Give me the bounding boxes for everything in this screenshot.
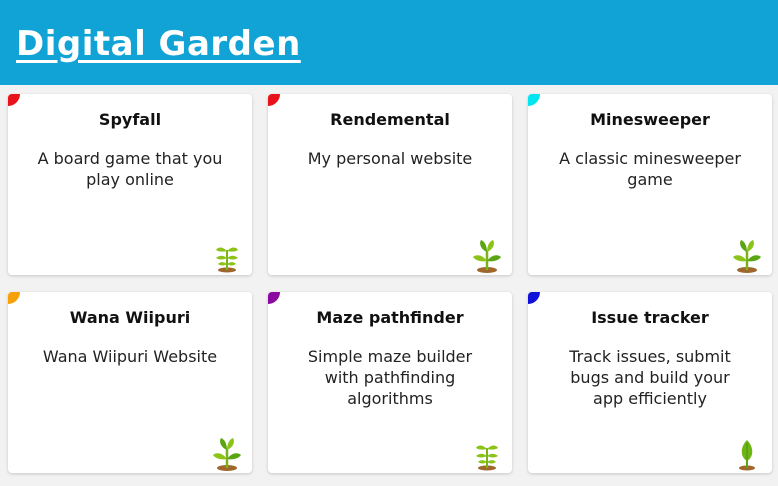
site-title-link[interactable]: Digital Garden — [16, 22, 301, 66]
project-card-rendemental[interactable]: Rendemental My personal website — [268, 94, 512, 275]
card-description: A board game that you play online — [37, 149, 223, 189]
leaf-icon — [739, 440, 755, 471]
project-card-spyfall[interactable]: Spyfall A board game that you play onlin… — [8, 94, 252, 275]
card-description: Wana Wiipuri Website — [42, 347, 218, 366]
project-card-issue-tracker[interactable]: Issue tracker Track issues, submit bugs … — [528, 292, 772, 473]
card-title: Maze pathfinder — [316, 308, 464, 327]
sprout-icon — [213, 438, 241, 471]
accent-corner — [528, 292, 540, 304]
card-title: Minesweeper — [590, 110, 710, 129]
header-bar: Digital Garden — [0, 0, 778, 85]
accent-corner — [268, 94, 280, 106]
accent-corner — [8, 94, 20, 106]
project-card-minesweeper[interactable]: Minesweeper A classic minesweeper game — [528, 94, 772, 275]
card-description: Simple maze builder with pathfinding alg… — [307, 347, 473, 408]
sprout-icon — [733, 240, 761, 273]
card-description: My personal website — [307, 149, 473, 168]
card-title: Rendemental — [330, 110, 450, 129]
accent-corner — [268, 292, 280, 304]
card-description: Track issues, submit bugs and build your… — [569, 347, 731, 408]
card-title: Wana Wiipuri — [69, 308, 191, 327]
project-card-maze-pathfinder[interactable]: Maze pathfinder Simple maze builder with… — [268, 292, 512, 473]
card-description: A classic minesweeper game — [559, 149, 741, 189]
card-title: Spyfall — [98, 110, 162, 129]
seedling-icon — [476, 445, 498, 471]
accent-corner — [8, 292, 20, 304]
accent-corner — [528, 94, 540, 106]
card-title: Issue tracker — [591, 308, 709, 327]
sprout-icon — [473, 240, 501, 273]
seedling-icon — [216, 247, 238, 273]
project-card-wana-wiipuri[interactable]: Wana Wiipuri Wana Wiipuri Website — [8, 292, 252, 473]
